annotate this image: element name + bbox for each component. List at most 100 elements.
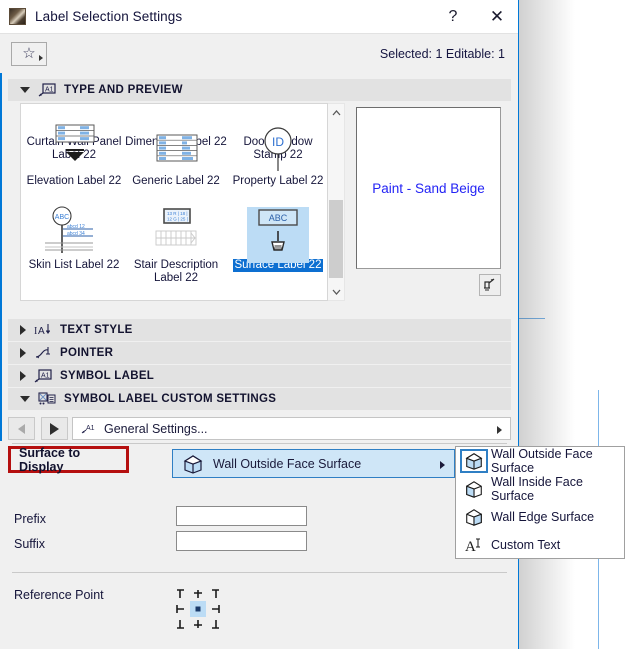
surface-label-icon: ABC (227, 205, 327, 257)
dropdown-option-custom-text[interactable]: A Custom Text (456, 531, 624, 559)
svg-text:I: I (34, 326, 37, 337)
preview-pane: Paint - Sand Beige (356, 107, 501, 269)
title-bar: Label Selection Settings ? ✕ (0, 0, 518, 34)
type-and-preview-body: Curtain Wall Panel Label 22 Dimension La… (8, 101, 511, 311)
custom-settings-icon (37, 391, 57, 407)
list-item[interactable]: Generic Label 22 (125, 121, 227, 188)
list-item[interactable]: ID Property Label 22 (227, 121, 327, 188)
archicad-label-icon (9, 8, 26, 25)
svg-text:A: A (38, 326, 45, 337)
list-item-surface-label-22[interactable]: ABC Surface Label 22 (227, 205, 327, 272)
reference-point-label: Reference Point (14, 588, 104, 602)
dropdown-option-label: Wall Outside Face Surface (491, 447, 593, 475)
svg-text:A1: A1 (86, 425, 95, 432)
svg-text:ABC: ABC (55, 214, 69, 221)
selection-info: Selected: 1 Editable: 1 (379, 46, 505, 61)
surface-to-display-combo[interactable]: Wall Outside Face Surface (172, 449, 455, 478)
chevron-down-icon (20, 87, 30, 93)
svg-text:13 R | 18 |: 13 R | 18 | (167, 211, 188, 216)
nav-prev-button[interactable] (8, 417, 35, 440)
surface-to-display-label-highlight: Surface to Display (8, 445, 129, 474)
svg-text:A: A (465, 539, 476, 555)
list-item-label: Property Label 22 (232, 175, 324, 187)
cube-inside-face-icon (460, 477, 488, 501)
svg-text:ABC: ABC (269, 213, 288, 223)
suffix-input[interactable] (176, 531, 307, 551)
scrollbar-thumb[interactable] (329, 200, 343, 278)
caret-right-icon (440, 461, 445, 469)
triangle-right-icon (50, 422, 59, 435)
surface-to-display-label: Surface to Display (19, 445, 81, 474)
svg-text:12 G | 25 |: 12 G | 25 | (167, 217, 188, 222)
dropdown-option-wall-edge-surface[interactable]: Wall Edge Surface (456, 503, 624, 531)
divider (12, 443, 507, 444)
panel-header-text-style[interactable]: I A TEXT STYLE (8, 319, 511, 341)
settings-page-selector[interactable]: A1 General Settings... (72, 417, 511, 440)
list-scrollbar[interactable] (328, 103, 345, 301)
panel-title: SYMBOL LABEL (60, 370, 155, 382)
a1-arrow-icon: A1 (81, 423, 98, 435)
dialog-toolbar: ☆ Selected: 1 Editable: 1 (0, 34, 518, 73)
list-item-label: Generic Label 22 (132, 175, 220, 187)
surface-to-display-value: Wall Outside Face Surface (213, 456, 362, 471)
svg-text:abcd 34: abcd 34 (67, 231, 85, 237)
panel-title: TEXT STYLE (60, 324, 133, 336)
dropdown-option-label: Custom Text (491, 538, 561, 552)
stair-description-label-icon: 13 R | 18 | 12 G | 25 | (125, 205, 227, 257)
triangle-left-icon (18, 423, 25, 434)
preview-label-text: Paint - Sand Beige (372, 180, 485, 196)
panel-header-symbol-label[interactable]: A1 SYMBOL LABEL (8, 365, 511, 387)
dropdown-option-wall-outside-face-surface[interactable]: Wall Outside Face Surface (456, 447, 624, 475)
chevron-up-icon[interactable] (328, 104, 345, 121)
pointer-icon (33, 345, 53, 361)
close-icon[interactable]: ✕ (475, 0, 518, 33)
panel-title: SYMBOL LABEL CUSTOM SETTINGS (64, 393, 277, 405)
panel-header-type-and-preview[interactable]: A1 TYPE AND PREVIEW (8, 79, 511, 101)
label-a1-icon: A1 (37, 82, 57, 98)
cube-edge-face-icon (460, 505, 488, 529)
prefix-input[interactable] (176, 506, 307, 526)
svg-text:ID: ID (272, 135, 284, 149)
text-style-icon: I A (33, 322, 53, 338)
prefix-label: Prefix (14, 512, 46, 526)
chevron-right-icon (20, 325, 26, 335)
help-button[interactable]: ? (431, 0, 475, 33)
chevron-down-icon[interactable] (328, 283, 345, 300)
reference-point-grid-icon[interactable] (175, 586, 221, 632)
surface-to-display-dropdown[interactable]: Wall Outside Face Surface Wall Inside Fa… (455, 446, 625, 559)
property-label-icon: ID (227, 121, 327, 173)
page-title: Label Selection Settings (35, 9, 183, 24)
svg-text:A1: A1 (41, 373, 50, 380)
skin-list-label-icon: ABC abcd 12 abcd 34 (23, 205, 125, 257)
dropdown-option-label: Wall Edge Surface (491, 510, 595, 524)
dropdown-option-wall-inside-face-surface[interactable]: Wall Inside Face Surface (456, 475, 624, 503)
favorites-button[interactable]: ☆ (11, 41, 47, 66)
settings-page-nav: A1 General Settings... (8, 417, 511, 440)
symbol-label-icon: A1 (33, 368, 53, 384)
suffix-label: Suffix (14, 537, 46, 551)
label-type-list[interactable]: Curtain Wall Panel Label 22 Dimension La… (20, 103, 328, 301)
dropdown-option-label: Wall Inside Face Surface (491, 475, 583, 503)
chevron-right-icon (20, 371, 26, 381)
panel-header-pointer[interactable]: POINTER (8, 342, 511, 364)
caret-right-icon (39, 54, 43, 61)
list-item[interactable]: Elevation Label 22 (23, 121, 125, 188)
list-item[interactable]: ABC abcd 12 abcd 34 Skin List Label 22 (23, 205, 125, 272)
caret-right-icon (497, 426, 502, 434)
panel-title: POINTER (60, 347, 114, 359)
generic-label-icon (125, 121, 227, 173)
nav-next-button[interactable] (41, 417, 68, 440)
measure-preview-icon[interactable] (479, 274, 501, 296)
cube-outside-face-icon (460, 449, 488, 473)
panel-header-symbol-label-custom-settings[interactable]: SYMBOL LABEL CUSTOM SETTINGS (8, 388, 511, 410)
panel-title: TYPE AND PREVIEW (64, 84, 183, 96)
elevation-label-icon (23, 121, 125, 173)
divider (12, 572, 507, 573)
list-item-label: Skin List Label 22 (28, 259, 120, 271)
settings-page-label: General Settings... (104, 421, 208, 436)
list-item[interactable]: 13 R | 18 | 12 G | 25 | Stair Descriptio… (125, 205, 227, 285)
list-item-label: Stair Description Label 22 (133, 259, 219, 284)
window-controls: ? ✕ (431, 0, 518, 33)
chevron-right-icon (20, 348, 26, 358)
chevron-down-icon (20, 396, 30, 402)
